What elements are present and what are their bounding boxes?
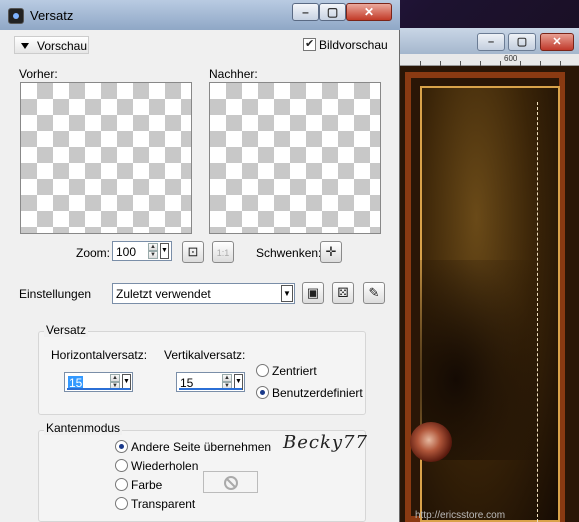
no-symbol-icon (224, 476, 238, 490)
versatz-dialog: Versatz – ▢ ✕ Vorschau Bildvorschau Vorh… (0, 0, 400, 522)
move-icon: ✛ (325, 244, 337, 259)
random-button[interactable]: ⚄ (332, 282, 354, 304)
selection-marquee (537, 102, 545, 522)
preview-checkbox-label: Bildvorschau (319, 37, 388, 52)
radio-repeat[interactable] (115, 459, 128, 472)
radio-custom-label: Benutzerdefiniert (272, 386, 363, 400)
zoom-label: Zoom: (76, 246, 111, 260)
vertical-slider-bar (179, 388, 242, 390)
floppy-disk-icon: ▣ (306, 285, 320, 300)
ruler-tick-label: 600 (504, 54, 518, 63)
horizontal-ruler: 600 (400, 54, 579, 66)
radio-transparent-label: Transparent (131, 497, 196, 511)
color-swatch-button (203, 471, 258, 493)
signature-watermark: Becky77 (283, 432, 368, 453)
radio-color-label: Farbe (131, 478, 163, 492)
vertical-offset-stepper[interactable]: 15 ▲ ▼ ▼ (176, 372, 245, 392)
zoom-actual-size-button: 1:1 (212, 241, 234, 263)
zoom-dropdown-arrow[interactable]: ▼ (160, 243, 169, 259)
offset-group-title: Versatz (44, 323, 89, 337)
preview-checkbox[interactable] (303, 37, 316, 52)
vertical-offset-label: Vertikalversatz: (164, 348, 246, 362)
dice-icon: ⚄ (337, 285, 349, 300)
settings-dropdown[interactable]: Zuletzt verwendet ▼ (112, 283, 295, 304)
maximize-button[interactable]: ▢ (319, 3, 346, 21)
fit-icon: ⊡ (187, 244, 199, 259)
pan-button[interactable]: ✛ (320, 241, 342, 263)
radio-color[interactable] (115, 478, 128, 491)
radio-centered-label: Zentriert (272, 364, 317, 378)
preset-manager-icon: ✎ (368, 285, 380, 300)
settings-label: Einstellungen (19, 287, 92, 301)
horizontal-offset-stepper[interactable]: 15 ▲ ▼ ▼ (64, 372, 133, 392)
radio-custom[interactable] (256, 386, 269, 399)
chevron-down-icon (21, 43, 29, 49)
radio-repeat-label: Wiederholen (131, 459, 199, 473)
dialog-titlebar[interactable]: Versatz – ▢ ✕ (0, 0, 400, 30)
before-label: Vorher: (19, 67, 58, 81)
zoom-value[interactable]: 100 (116, 245, 136, 259)
after-preview[interactable] (209, 82, 381, 234)
close-button[interactable]: ✕ (346, 3, 392, 21)
radio-wrap-label: Andere Seite übernehmen (131, 440, 272, 454)
after-label: Nachher: (209, 67, 258, 81)
edge-mode-group-title: Kantenmodus (44, 421, 123, 435)
pan-label: Schwenken: (256, 246, 322, 260)
zoom-spin-arrows[interactable]: ▲ ▼ (148, 243, 158, 259)
before-preview[interactable] (20, 82, 192, 234)
app-icon (8, 8, 24, 24)
preview-section-toggle[interactable]: Vorschau (14, 36, 89, 54)
image-window-maximize-button[interactable]: ▢ (508, 33, 536, 51)
zoom-stepper[interactable]: 100 ▲ ▼ ▼ (112, 241, 172, 261)
manage-presets-button[interactable]: ✎ (363, 282, 385, 304)
image-window-close-button[interactable]: ✕ (540, 33, 574, 51)
settings-dropdown-arrow[interactable]: ▼ (281, 285, 293, 302)
preview-checkbox-row[interactable]: Bildvorschau (303, 37, 388, 52)
zoom-fit-button[interactable]: ⊡ (182, 241, 204, 263)
preview-section-label: Vorschau (37, 39, 88, 53)
radio-transparent[interactable] (115, 497, 128, 510)
minimize-button[interactable]: – (292, 3, 319, 21)
dialog-title: Versatz (30, 8, 74, 23)
rose-image (410, 422, 452, 462)
image-window-minimize-button[interactable]: – (477, 33, 505, 51)
horizontal-slider-bar (67, 388, 130, 390)
radio-centered[interactable] (256, 364, 269, 377)
actual-size-icon: 1:1 (216, 248, 230, 258)
radio-wrap[interactable] (115, 440, 128, 453)
image-url-text: http://ericsstore.com (415, 510, 506, 521)
save-preset-button[interactable]: ▣ (302, 282, 324, 304)
horizontal-offset-label: Horizontalversatz: (51, 348, 148, 362)
settings-value: Zuletzt verwendet (116, 287, 211, 301)
